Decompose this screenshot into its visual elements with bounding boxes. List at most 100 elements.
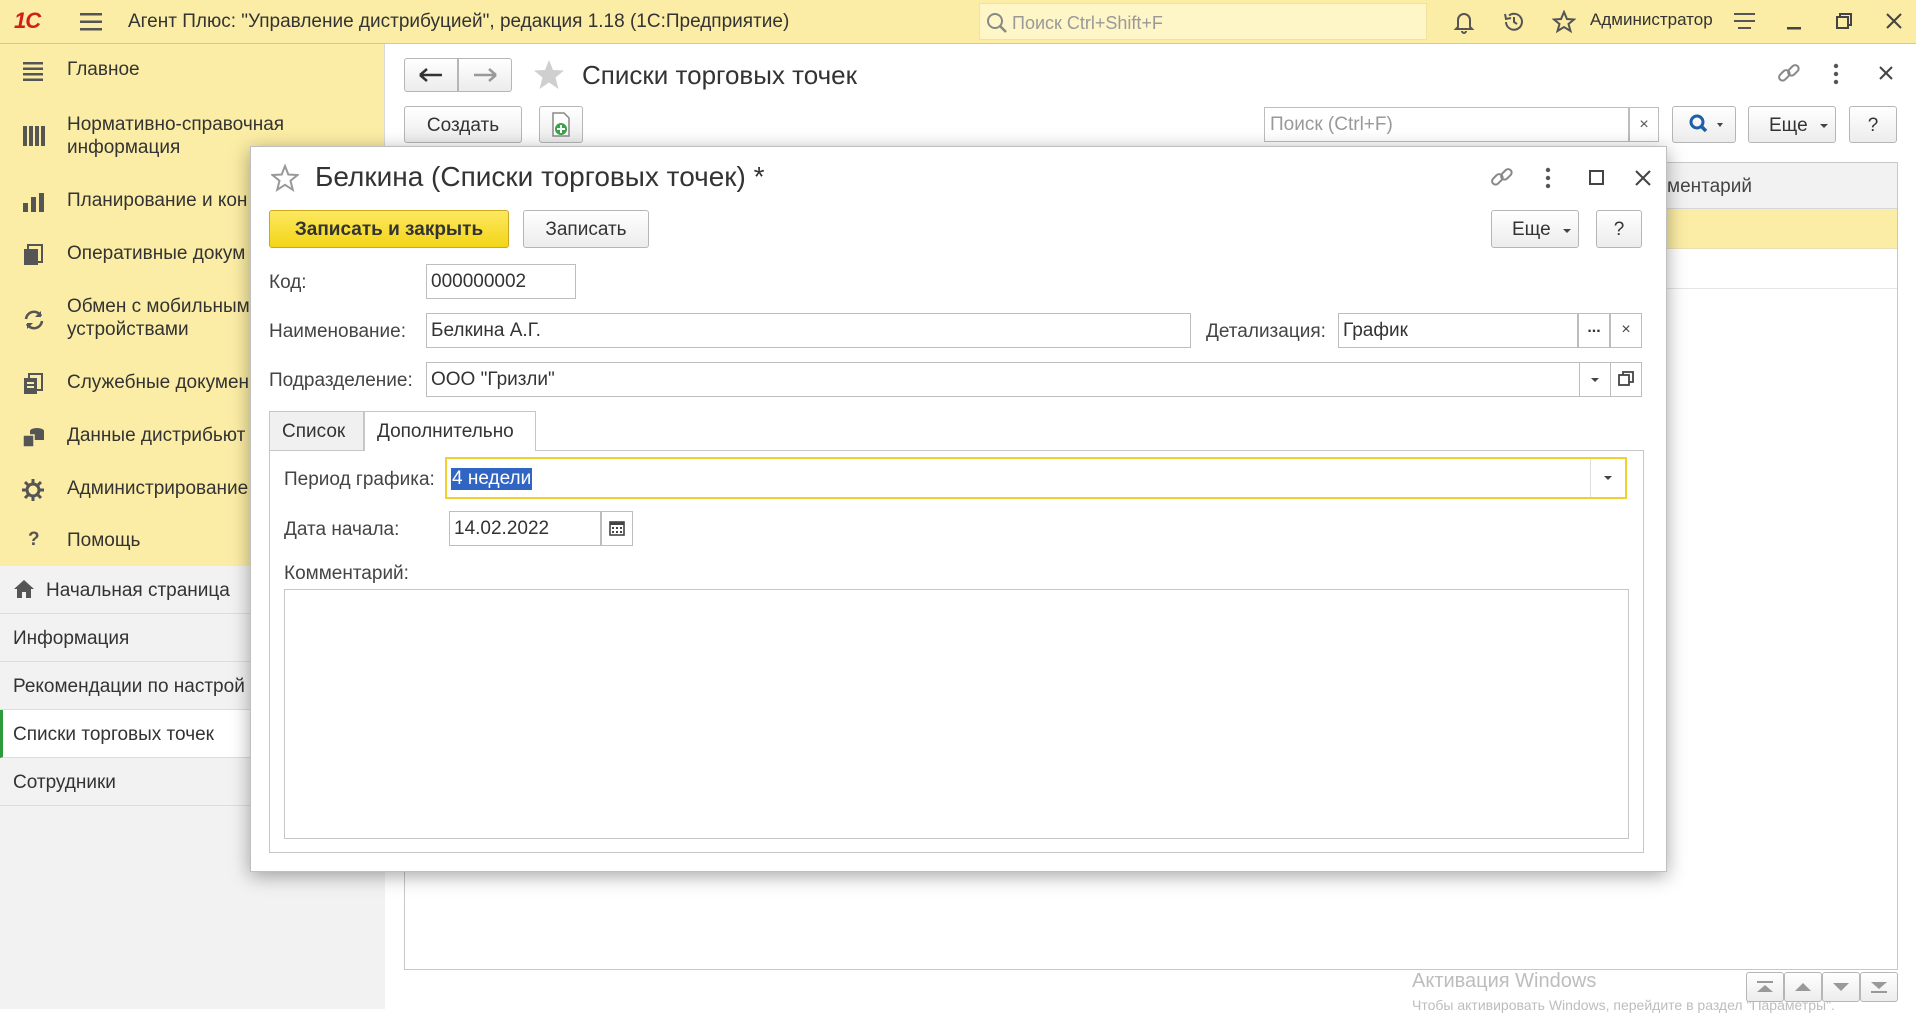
create-button[interactable]: Создать — [404, 106, 522, 143]
period-select[interactable]: 4 недели — [445, 457, 1627, 499]
more-actions-icon[interactable] — [1831, 62, 1841, 86]
list-navigation-buttons — [1746, 972, 1898, 1002]
section-label: Оперативные докум — [67, 243, 246, 264]
tab-list[interactable]: Список — [269, 411, 364, 450]
tab-label: Список — [282, 421, 346, 442]
current-user[interactable]: Администратор — [1590, 10, 1713, 30]
tab-label: Дополнительно — [377, 421, 514, 442]
code-label: Код: — [269, 272, 307, 293]
dialog-more-button[interactable]: Еще — [1491, 210, 1579, 248]
windows-watermark-title: Активация Windows — [1412, 970, 1597, 992]
open-window-label: Информация — [13, 628, 130, 649]
section-label: Данные дистрибьют — [67, 425, 246, 446]
scroll-bottom-icon — [1871, 982, 1887, 993]
arrow-left-icon — [419, 68, 442, 82]
chevron-down-icon — [1563, 229, 1571, 233]
restore-icon[interactable] — [1834, 10, 1854, 32]
calendar-icon — [609, 521, 625, 536]
division-label: Подразделение: — [269, 370, 413, 391]
minimize-icon[interactable] — [1784, 10, 1804, 32]
favorites-star-icon[interactable] — [1552, 10, 1576, 34]
tab-additional[interactable]: Дополнительно — [364, 411, 536, 451]
section-label: Планирование и кон — [67, 190, 248, 211]
list-search-button[interactable] — [1672, 106, 1736, 143]
dialog-maximize-icon[interactable] — [1588, 169, 1606, 187]
close-form-icon[interactable] — [1876, 63, 1896, 83]
period-dropdown-button[interactable] — [1590, 459, 1625, 497]
title-bar: 1С Агент Плюс: "Управление дистрибуцией"… — [0, 0, 1916, 44]
dialog-title: Белкина (Списки торговых точек) * — [315, 161, 765, 192]
comment-textarea[interactable] — [284, 589, 1629, 839]
detail-value: График — [1343, 320, 1408, 341]
back-button[interactable] — [404, 58, 458, 92]
name-label: Наименование: — [269, 321, 406, 342]
open-item-icon — [1618, 371, 1634, 386]
list-search-input[interactable]: Поиск (Ctrl+F) — [1264, 107, 1629, 142]
division-open-button[interactable] — [1610, 362, 1642, 397]
save-button[interactable]: Записать — [523, 210, 649, 248]
division-value: ООО "Гризли" — [431, 369, 555, 390]
dialog-more-label: Еще — [1512, 219, 1551, 240]
section-label: Служебные докумен — [67, 372, 250, 393]
global-search-input[interactable]: Поиск Ctrl+Shift+F — [979, 3, 1427, 40]
open-window-label: Сотрудники — [13, 772, 116, 793]
save-and-close-button[interactable]: Записать и закрыть — [269, 210, 509, 248]
main-menu-icon[interactable] — [80, 11, 104, 33]
division-dropdown-button[interactable] — [1579, 362, 1611, 397]
chevron-down-icon — [1591, 378, 1599, 382]
open-window-label: Рекомендации по настрой — [13, 676, 245, 697]
list-form-title: Списки торговых точек — [582, 60, 858, 90]
name-field[interactable]: Белкина А.Г. — [426, 313, 1191, 348]
comment-label: Комментарий: — [284, 563, 409, 584]
documents-icon — [22, 244, 46, 266]
add-from-template-button[interactable] — [539, 106, 583, 143]
code-value: 000000002 — [431, 271, 527, 292]
help-icon: ? — [28, 529, 40, 550]
detail-select-button[interactable]: ... — [1578, 313, 1610, 348]
open-window-label: Начальная страница — [46, 580, 230, 601]
open-window-label: Списки торговых точек — [13, 724, 214, 745]
dialog-link-icon[interactable] — [1489, 165, 1515, 191]
detail-clear-button[interactable]: × — [1610, 313, 1642, 348]
section-label: Обмен с мобильным устройствами — [67, 296, 250, 340]
code-field[interactable]: 000000002 — [426, 264, 576, 299]
scroll-top-button[interactable] — [1746, 972, 1784, 1002]
history-icon[interactable] — [1502, 10, 1526, 34]
add-document-icon — [552, 112, 570, 137]
dialog-close-icon[interactable] — [1633, 168, 1653, 188]
scroll-bottom-button[interactable] — [1860, 972, 1898, 1002]
section-label: Помощь — [67, 530, 141, 551]
scroll-top-icon — [1757, 981, 1773, 992]
notifications-bell-icon[interactable] — [1452, 10, 1476, 34]
global-search-placeholder: Поиск Ctrl+Shift+F — [1012, 13, 1163, 33]
start-date-field[interactable]: 14.02.2022 — [449, 511, 601, 546]
arrow-right-icon — [474, 68, 497, 82]
dialog-help-button[interactable]: ? — [1596, 210, 1642, 248]
section-label: Главное — [67, 59, 140, 80]
period-label: Период графика: — [284, 469, 435, 490]
favorite-star-icon[interactable] — [532, 58, 566, 92]
calendar-button[interactable] — [601, 511, 633, 546]
planning-icon — [22, 191, 46, 213]
list-search-clear-button[interactable]: × — [1629, 107, 1659, 142]
column-header-comment: ментарий — [1667, 176, 1752, 197]
detail-label: Детализация: — [1206, 321, 1326, 342]
division-field[interactable]: ООО "Гризли" — [426, 362, 1580, 397]
scroll-down-button[interactable] — [1822, 972, 1860, 1002]
list-more-label: Еще — [1769, 115, 1808, 136]
list-search-placeholder: Поиск (Ctrl+F) — [1270, 114, 1393, 135]
scroll-down-icon — [1833, 983, 1849, 991]
link-icon[interactable] — [1776, 61, 1802, 87]
forward-button[interactable] — [458, 58, 512, 92]
settings-menu-icon[interactable] — [1733, 10, 1757, 32]
list-more-button[interactable]: Еще — [1748, 106, 1836, 143]
reference-icon — [22, 125, 46, 147]
close-app-icon[interactable] — [1884, 10, 1904, 32]
home-icon — [13, 579, 35, 599]
list-help-button[interactable]: ? — [1849, 106, 1897, 143]
scroll-up-button[interactable] — [1784, 972, 1822, 1002]
dialog-more-actions-icon[interactable] — [1543, 166, 1553, 190]
detail-field[interactable]: График — [1338, 313, 1578, 348]
dialog-favorite-star-icon[interactable] — [271, 164, 299, 192]
menu-icon — [22, 60, 46, 82]
